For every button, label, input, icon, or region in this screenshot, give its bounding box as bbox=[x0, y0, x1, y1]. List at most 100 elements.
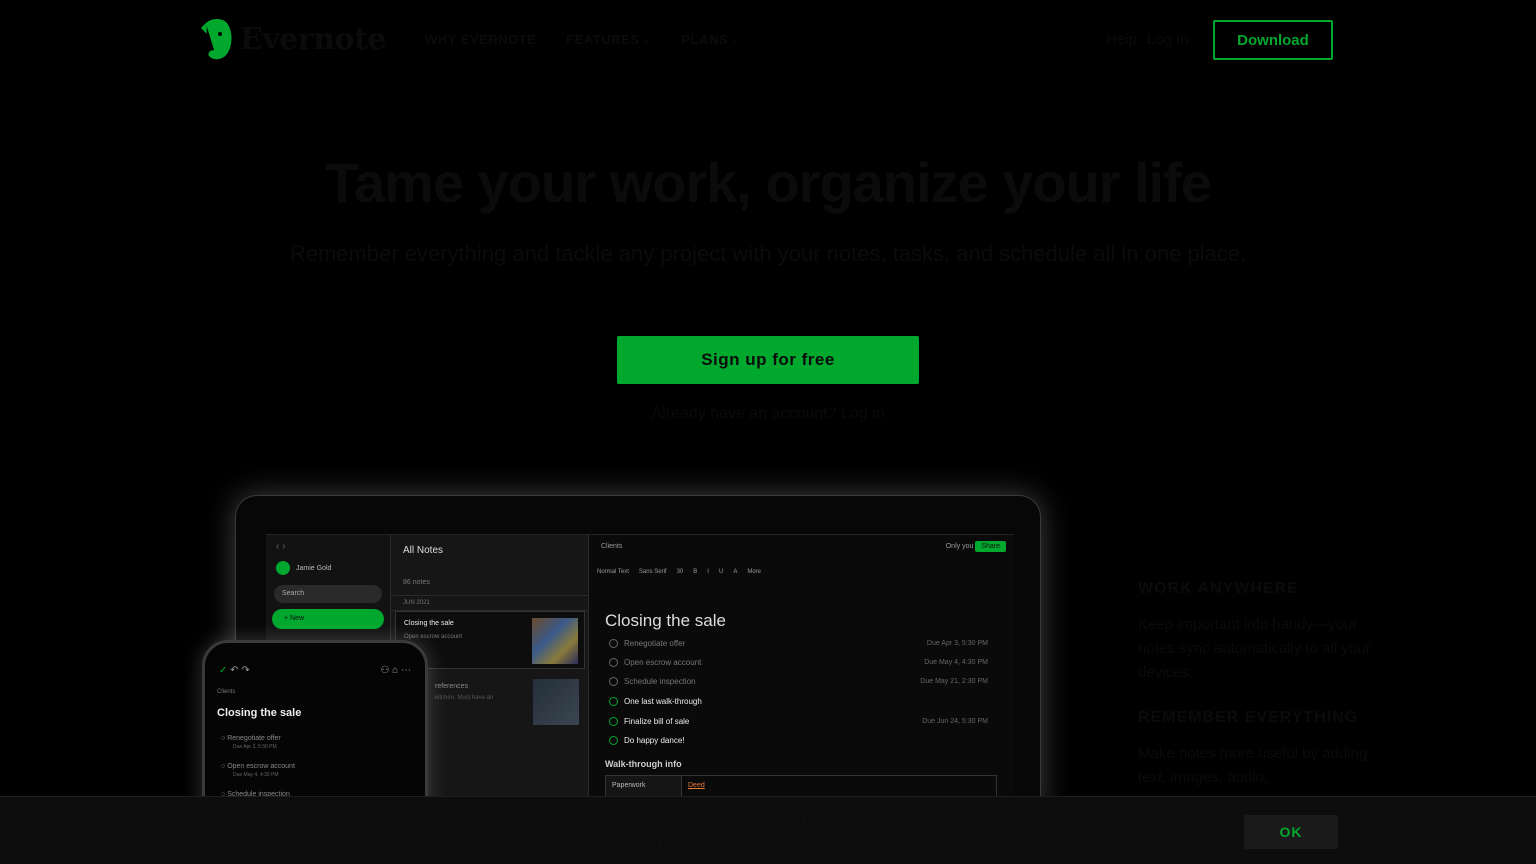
table-cell-value: Deed bbox=[688, 782, 705, 789]
phone-note-title: Closing the sale bbox=[217, 707, 302, 719]
cookie-banner: Evernote uses cookies to enable the Ever… bbox=[0, 796, 1536, 864]
note-list-title: All Notes bbox=[403, 545, 444, 556]
task-label: One last walk-through bbox=[624, 697, 702, 706]
task-item: Do happy dance! bbox=[609, 736, 988, 745]
toolbar-item: I bbox=[707, 569, 709, 575]
phone-toolbar-left: ✓ ↶ ↷ bbox=[219, 665, 250, 676]
nav-label: WHY EVERNOTE bbox=[425, 32, 537, 47]
editor-toolbar: Normal Text Sans Serif 30 B I U A More bbox=[597, 569, 1006, 575]
back-forward-icon: ‹ › bbox=[276, 541, 286, 552]
task-due: Due Apr 3, 5:30 PM bbox=[926, 640, 988, 647]
feature-text: Keep important info handy—your notes syn… bbox=[1138, 616, 1371, 681]
login-link[interactable]: Log In bbox=[1147, 31, 1189, 48]
task-checkbox-icon bbox=[609, 697, 618, 706]
cookie-text: Evernote uses cookies to enable the Ever… bbox=[198, 813, 1028, 851]
task-label: Renegotiate offer bbox=[624, 639, 686, 648]
chevron-down-icon: ⌄ bbox=[731, 34, 740, 44]
new-note-button: + New bbox=[272, 609, 384, 629]
hero-title: Tame your work, organize your life bbox=[324, 151, 1212, 214]
toolbar-item: More bbox=[747, 569, 761, 575]
elephant-logo-icon bbox=[200, 19, 232, 60]
account-nav: Help Log In bbox=[1106, 31, 1189, 48]
section-heading: Walk-through info bbox=[605, 759, 682, 769]
task-item: Schedule inspection Due May 21, 2:30 PM bbox=[609, 677, 988, 686]
task-label: Do happy dance! bbox=[624, 736, 685, 745]
phone-task-item: ○ Renegotiate offer Due Apr 3, 5:30 PM bbox=[221, 735, 281, 750]
nav-features[interactable]: FEATURES ⌄ bbox=[566, 32, 651, 47]
phone-task-label: Renegotiate offer bbox=[227, 735, 281, 742]
login-prompt: Already have an account? Log in bbox=[0, 405, 1536, 423]
toolbar-item: A bbox=[733, 569, 738, 575]
phone-task-due: Due May 4, 4:30 PM bbox=[233, 772, 279, 778]
task-checkbox-icon bbox=[609, 677, 618, 686]
note-editor: Clients Only you Share Normal Text Sans … bbox=[588, 535, 1014, 824]
chevron-down-icon: ⌄ bbox=[643, 34, 652, 44]
nav-why-evernote[interactable]: WHY EVERNOTE bbox=[425, 32, 536, 47]
editor-share-area: Only you Share bbox=[945, 541, 1006, 552]
cookie-text-after: . By clicking OK or continuing to use ou… bbox=[238, 833, 789, 849]
table-cell-label: Paperwork bbox=[606, 776, 682, 796]
info-table: Paperwork Deed bbox=[605, 775, 997, 797]
toolbar-item: Sans Serif bbox=[638, 569, 667, 575]
note-card-snippet: Open escrow account bbox=[404, 634, 463, 640]
user-name: Jamie Gold bbox=[296, 564, 332, 572]
task-checkbox-icon bbox=[609, 639, 618, 648]
phone-toolbar: ✓ ↶ ↷ ⚇ ⌂ ⋯ bbox=[219, 665, 411, 676]
user-menu: Jamie Gold bbox=[276, 561, 331, 575]
task-label: Schedule inspection bbox=[624, 677, 696, 686]
note-count: 86 notes bbox=[403, 579, 430, 586]
note-thumbnail bbox=[532, 618, 578, 664]
phone-toolbar-right: ⚇ ⌂ ⋯ bbox=[380, 665, 411, 676]
toolbar-item: 30 bbox=[676, 569, 684, 575]
nav-plans[interactable]: PLANS ⌄ bbox=[681, 32, 740, 47]
phone-breadcrumb: Clients bbox=[217, 689, 236, 695]
editor-breadcrumb: Clients bbox=[601, 543, 623, 550]
feature-text: Make notes more useful by adding text, i… bbox=[1138, 745, 1368, 786]
evernote-logo[interactable]: Evernote bbox=[198, 18, 386, 60]
download-button[interactable]: Download bbox=[1213, 20, 1333, 60]
nav-label: PLANS bbox=[681, 32, 728, 47]
task-item: Renegotiate offer Due Apr 3, 5:30 PM bbox=[609, 639, 988, 648]
cookie-ok-button[interactable]: OK bbox=[1244, 815, 1338, 849]
task-checkbox-icon bbox=[609, 717, 618, 726]
task-due: Due May 21, 2:30 PM bbox=[920, 678, 988, 685]
task-item: Open escrow account Due May 4, 4:30 PM bbox=[609, 658, 988, 667]
sidebar-search: Search bbox=[274, 585, 382, 603]
task-item: Finalize bill of sale Due Jun 24, 5:30 P… bbox=[609, 717, 988, 726]
avatar bbox=[276, 561, 290, 575]
task-due: Due Jun 24, 5:30 PM bbox=[922, 718, 988, 725]
page: Evernote WHY EVERNOTE FEATURES ⌄ PLANS ⌄… bbox=[0, 0, 1536, 864]
signup-button[interactable]: Sign up for free bbox=[617, 336, 919, 384]
date-group: JUN 2021 bbox=[391, 595, 588, 611]
editor-topbar: Clients Only you Share bbox=[601, 541, 1006, 552]
task-checkbox-icon bbox=[609, 658, 618, 667]
note-title: Closing the sale bbox=[605, 611, 726, 630]
hero-login-link[interactable]: Log in bbox=[841, 405, 885, 422]
brand-name: Evernote bbox=[240, 21, 386, 57]
nav-label: FEATURES bbox=[566, 32, 640, 47]
note-card-title: references bbox=[435, 683, 469, 690]
toolbar-item: B bbox=[693, 569, 698, 575]
note-card-title: Closing the sale bbox=[404, 620, 454, 627]
only-you-label: Only you bbox=[945, 543, 974, 550]
share-button: Share bbox=[975, 541, 1006, 552]
toolbar-item: Normal Text bbox=[597, 569, 629, 575]
phone-task-label: Open escrow account bbox=[227, 763, 295, 770]
task-item: One last walk-through bbox=[609, 697, 988, 706]
phone-task-item: ○ Open escrow account Due May 4, 4:30 PM bbox=[221, 763, 295, 778]
toolbar-item: U bbox=[718, 569, 724, 575]
hero-subtitle: Remember everything and tackle any proje… bbox=[289, 241, 1247, 266]
phone-task-due: Due Apr 3, 5:30 PM bbox=[233, 744, 277, 750]
task-label: Finalize bill of sale bbox=[624, 717, 690, 726]
note-card-snippet: kitchen. Must have an bbox=[435, 695, 494, 701]
note-thumbnail bbox=[533, 679, 579, 725]
task-checkbox-icon bbox=[609, 736, 618, 745]
task-label: Open escrow account bbox=[624, 658, 702, 667]
cookie-text-before: Evernote uses cookies to enable the Ever… bbox=[198, 814, 965, 830]
main-nav: WHY EVERNOTE FEATURES ⌄ PLANS ⌄ bbox=[425, 32, 740, 47]
help-link[interactable]: Help bbox=[1106, 31, 1137, 48]
check-icon: ✓ bbox=[219, 665, 228, 676]
feature-heading: REMEMBER EVERYTHING bbox=[1138, 709, 1359, 726]
login-prompt-text: Already have an account? bbox=[651, 405, 837, 422]
feature-heading: WORK ANYWHERE bbox=[1138, 580, 1299, 597]
